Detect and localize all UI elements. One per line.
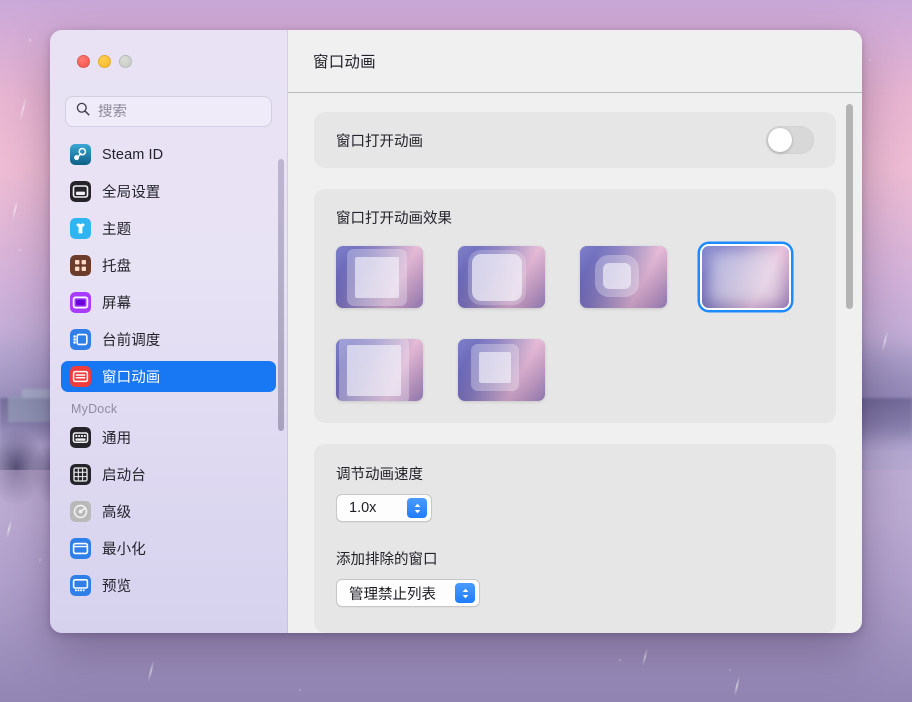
general-icon [70,427,91,448]
sidebar-item-minimize[interactable]: 最小化 [61,533,276,564]
sidebar-item-label: Steam ID [102,146,164,163]
main-panel: 窗口动画 窗口打开动画 窗口打开动画效果 调节动画速度 1.0x 添加排除的窗口… [288,30,862,633]
sidebar-item-label: 全局设置 [102,185,161,201]
display-icon [70,292,91,313]
sidebar-item-advanced[interactable]: 高级 [61,496,276,527]
main-body: 窗口打开动画 窗口打开动画效果 调节动画速度 1.0x 添加排除的窗口 管理禁止… [288,93,862,633]
window-open-animation-card: 窗口打开动画 [314,112,836,168]
sidebar-item-window-animation[interactable]: 窗口动画 [61,361,276,392]
tray-icon [70,255,91,276]
exclude-windows-label: 添加排除的窗口 [336,552,438,568]
sidebar: Steam ID 全局设置 [50,30,288,633]
sidebar-item-label: 启动台 [102,468,146,484]
animation-speed-card: 调节动画速度 1.0x 添加排除的窗口 管理禁止列表 [314,444,836,633]
thumbnail-window-shape [708,250,782,304]
sidebar-item-label: 屏幕 [102,296,132,312]
page-title: 窗口动画 [313,54,376,71]
sidebar-item-label: 窗口动画 [102,370,161,386]
toggle-knob [768,128,792,152]
theme-icon [70,218,91,239]
settings-window: Steam ID 全局设置 [50,30,862,633]
animation-effect-thumbnail[interactable] [458,339,545,401]
sidebar-item-label: 台前调度 [102,333,161,349]
sidebar-item-launchpad[interactable]: 启动台 [61,459,276,490]
zoom-window-button[interactable] [119,55,132,68]
minimize-icon [70,538,91,559]
global-settings-icon [70,181,91,202]
sidebar-item-label: 高级 [102,505,132,521]
window-open-animation-toggle[interactable] [766,126,814,154]
exclude-windows-value: 管理禁止列表 [349,586,436,603]
sidebar-item-label: 通用 [102,431,132,447]
main-scrollbar[interactable] [846,104,853,309]
sidebar-item-label: 最小化 [102,542,146,558]
animation-speed-value: 1.0x [349,500,377,516]
animation-effects-title: 窗口打开动画效果 [336,211,452,227]
sidebar-item-label: 托盘 [102,259,132,275]
sidebar-item-steam-id[interactable]: Steam ID [61,139,276,170]
sidebar-item-display[interactable]: 屏幕 [61,287,276,318]
window-animation-icon [70,366,91,387]
launchpad-icon [70,464,91,485]
sidebar-item-label: 主题 [102,222,132,238]
chevron-up-down-icon[interactable] [455,583,475,603]
search-icon [76,102,90,121]
exclude-windows-select[interactable]: 管理禁止列表 [336,579,480,607]
advanced-icon [70,501,91,522]
thumbnail-window-shape [355,257,399,298]
minimize-window-button[interactable] [98,55,111,68]
sidebar-item-tray[interactable]: 托盘 [61,250,276,281]
sidebar-group-label: MyDock [71,402,118,416]
sidebar-item-global-settings[interactable]: 全局设置 [61,176,276,207]
thumbnail-window-shape [472,254,522,301]
close-window-button[interactable] [77,55,90,68]
animation-effect-thumbnail-selected[interactable] [702,246,789,308]
desktop-wallpaper: Steam ID 全局设置 [0,0,912,702]
sidebar-nav: Steam ID 全局设置 主题 托盘 屏幕 台前调度 窗口动画 MyDock … [50,139,287,633]
animation-effect-thumbnail[interactable] [580,246,667,308]
sidebar-scrollbar[interactable] [278,159,284,431]
chevron-up-down-icon[interactable] [407,498,427,518]
window-open-animation-label: 窗口打开动画 [336,133,423,150]
animation-speed-label: 调节动画速度 [336,467,423,483]
thumbnail-window-shape [603,263,631,289]
animation-effect-thumbnail[interactable] [458,246,545,308]
animation-effect-thumbnail[interactable] [336,246,423,308]
animation-effects-card: 窗口打开动画效果 [314,189,836,423]
thumbnail-window-shape [479,352,511,383]
sidebar-item-stage-manager[interactable]: 台前调度 [61,324,276,355]
search-input[interactable] [98,103,261,120]
traffic-light-group [50,30,287,82]
animation-effects-grid [336,246,814,401]
sidebar-item-preview[interactable]: 预览 [61,570,276,601]
animation-speed-select[interactable]: 1.0x [336,494,432,522]
sidebar-item-theme[interactable]: 主题 [61,213,276,244]
main-header: 窗口动画 [288,30,862,93]
preview-icon [70,575,91,596]
sidebar-item-label: 预览 [102,579,132,595]
window-open-animation-row: 窗口打开动画 [314,112,836,168]
stage-manager-icon [70,329,91,350]
sidebar-item-general[interactable]: 通用 [61,422,276,453]
animation-effect-thumbnail[interactable] [336,339,423,401]
search-field[interactable] [65,96,272,127]
thumbnail-window-shape [347,345,401,396]
steam-icon [70,144,91,165]
